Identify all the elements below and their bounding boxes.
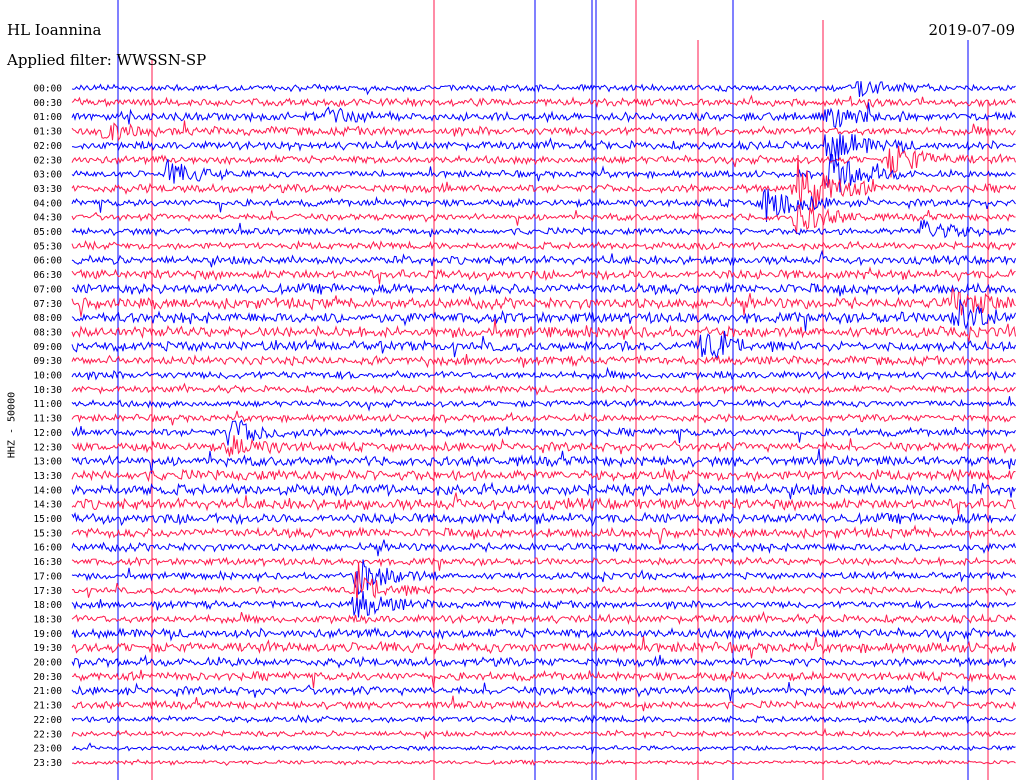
trace-row-0930 bbox=[71, 354, 1016, 369]
trace-row-1130 bbox=[71, 410, 1016, 426]
trace-row-1530 bbox=[71, 524, 1016, 545]
row-label-2200: 22:00 bbox=[33, 715, 62, 726]
trace-row-0030 bbox=[71, 94, 1016, 111]
row-label-1530: 15:30 bbox=[33, 528, 62, 539]
row-label-1330: 13:30 bbox=[33, 471, 62, 482]
trace-row-1300 bbox=[71, 448, 1016, 474]
row-label-2030: 20:30 bbox=[33, 672, 62, 683]
row-label-0500: 05:00 bbox=[33, 227, 62, 238]
trace-row-1200 bbox=[71, 419, 1016, 446]
y-axis-label: HHZ - 50000 bbox=[6, 391, 18, 459]
trace-row-0630 bbox=[71, 266, 1016, 285]
trace-row-2200 bbox=[71, 714, 1016, 724]
row-label-1100: 11:00 bbox=[33, 399, 62, 410]
row-label-0100: 01:00 bbox=[33, 112, 62, 123]
row-label-2130: 21:30 bbox=[33, 701, 62, 712]
row-label-1200: 12:00 bbox=[33, 428, 62, 439]
trace-row-0430 bbox=[71, 204, 1016, 235]
row-label-2100: 21:00 bbox=[33, 686, 62, 697]
trace-row-0100 bbox=[71, 102, 1016, 129]
trace-row-1330 bbox=[71, 467, 1016, 483]
helicorder-plot: 00:00 00:30 01:00 01:30 02:00 02:30 03:00 03:30… bbox=[33, 0, 1016, 780]
trace-row-1930 bbox=[71, 636, 1016, 659]
row-label-0230: 02:30 bbox=[33, 155, 62, 166]
trace-row-1230 bbox=[71, 435, 1016, 457]
applied-filter: Applied filter: WWSSN-SP bbox=[7, 51, 207, 69]
trace-row-2300 bbox=[71, 742, 1016, 755]
trace-row-1030 bbox=[71, 382, 1016, 396]
trace-row-0230 bbox=[71, 145, 1016, 178]
row-label-0630: 06:30 bbox=[33, 270, 62, 281]
row-label-2300: 23:00 bbox=[33, 744, 62, 755]
row-label-1630: 16:30 bbox=[33, 557, 62, 568]
trace-row-0000 bbox=[71, 80, 1016, 98]
row-label-1930: 19:30 bbox=[33, 643, 62, 654]
row-label-1430: 14:30 bbox=[33, 500, 62, 511]
trace-row-2230 bbox=[71, 727, 1016, 740]
trace-row-0600 bbox=[71, 249, 1016, 268]
row-label-0430: 04:30 bbox=[33, 213, 62, 224]
trace-row-1630 bbox=[71, 556, 1016, 571]
row-label-1800: 18:00 bbox=[33, 600, 62, 611]
seismic-traces bbox=[71, 80, 1016, 767]
row-label-1730: 17:30 bbox=[33, 586, 62, 597]
trace-row-0700 bbox=[71, 281, 1016, 297]
row-label-0330: 03:30 bbox=[33, 184, 62, 195]
row-label-2230: 22:30 bbox=[33, 729, 62, 740]
trace-row-2030 bbox=[71, 669, 1016, 689]
trace-row-1500 bbox=[71, 509, 1016, 527]
trace-row-2330 bbox=[71, 758, 1016, 767]
row-label-0300: 03:00 bbox=[33, 170, 62, 181]
row-label-1030: 10:30 bbox=[33, 385, 62, 396]
row-label-1600: 16:00 bbox=[33, 543, 62, 554]
row-label-0130: 01:30 bbox=[33, 127, 62, 138]
trace-row-1900 bbox=[71, 626, 1016, 643]
trace-row-2000 bbox=[71, 654, 1016, 669]
station-name: HL Ioannina bbox=[7, 21, 102, 39]
trace-row-1430 bbox=[71, 492, 1016, 516]
row-label-0900: 09:00 bbox=[33, 342, 62, 353]
trace-row-1800 bbox=[71, 591, 1016, 618]
trace-row-0830 bbox=[71, 319, 1016, 342]
trace-row-0500 bbox=[71, 219, 1016, 239]
row-label-1230: 12:30 bbox=[33, 442, 62, 453]
row-label-1000: 10:00 bbox=[33, 371, 62, 382]
row-label-1400: 14:00 bbox=[33, 485, 62, 496]
row-label-0030: 00:30 bbox=[33, 98, 62, 109]
trace-row-0530 bbox=[71, 239, 1016, 252]
trace-row-0900 bbox=[71, 330, 1016, 359]
trace-row-1000 bbox=[71, 366, 1016, 381]
row-label-1500: 15:00 bbox=[33, 514, 62, 525]
row-label-0700: 07:00 bbox=[33, 284, 62, 295]
row-label-0200: 02:00 bbox=[33, 141, 62, 152]
row-label-1900: 19:00 bbox=[33, 629, 62, 640]
trace-row-2100 bbox=[71, 682, 1016, 702]
row-label-1300: 13:00 bbox=[33, 457, 62, 468]
row-label-0600: 06:00 bbox=[33, 256, 62, 267]
trace-row-2130 bbox=[71, 695, 1016, 712]
row-label-0000: 00:00 bbox=[33, 84, 62, 95]
row-label-0930: 09:30 bbox=[33, 356, 62, 367]
record-date: 2019-07-09 bbox=[928, 21, 1015, 39]
trace-row-0730 bbox=[71, 288, 1016, 317]
row-label-0800: 08:00 bbox=[33, 313, 62, 324]
row-label-1700: 17:00 bbox=[33, 571, 62, 582]
trace-row-1100 bbox=[71, 396, 1016, 412]
row-label-0400: 04:00 bbox=[33, 198, 62, 209]
trace-row-0130 bbox=[71, 120, 1016, 142]
row-label-0530: 05:30 bbox=[33, 241, 62, 252]
trace-row-1400 bbox=[71, 481, 1016, 500]
row-label-1830: 18:30 bbox=[33, 614, 62, 625]
row-label-0730: 07:30 bbox=[33, 299, 62, 310]
row-label-2330: 23:30 bbox=[33, 758, 62, 769]
row-label-2000: 20:00 bbox=[33, 658, 62, 669]
trace-row-1730 bbox=[71, 562, 1016, 606]
row-label-1130: 11:30 bbox=[33, 414, 62, 425]
row-time-labels: 00:00 00:30 01:00 01:30 02:00 02:30 03:00 03:30… bbox=[33, 84, 62, 769]
trace-row-1600 bbox=[71, 539, 1016, 557]
trace-row-1830 bbox=[71, 610, 1016, 626]
row-label-0830: 08:30 bbox=[33, 327, 62, 338]
